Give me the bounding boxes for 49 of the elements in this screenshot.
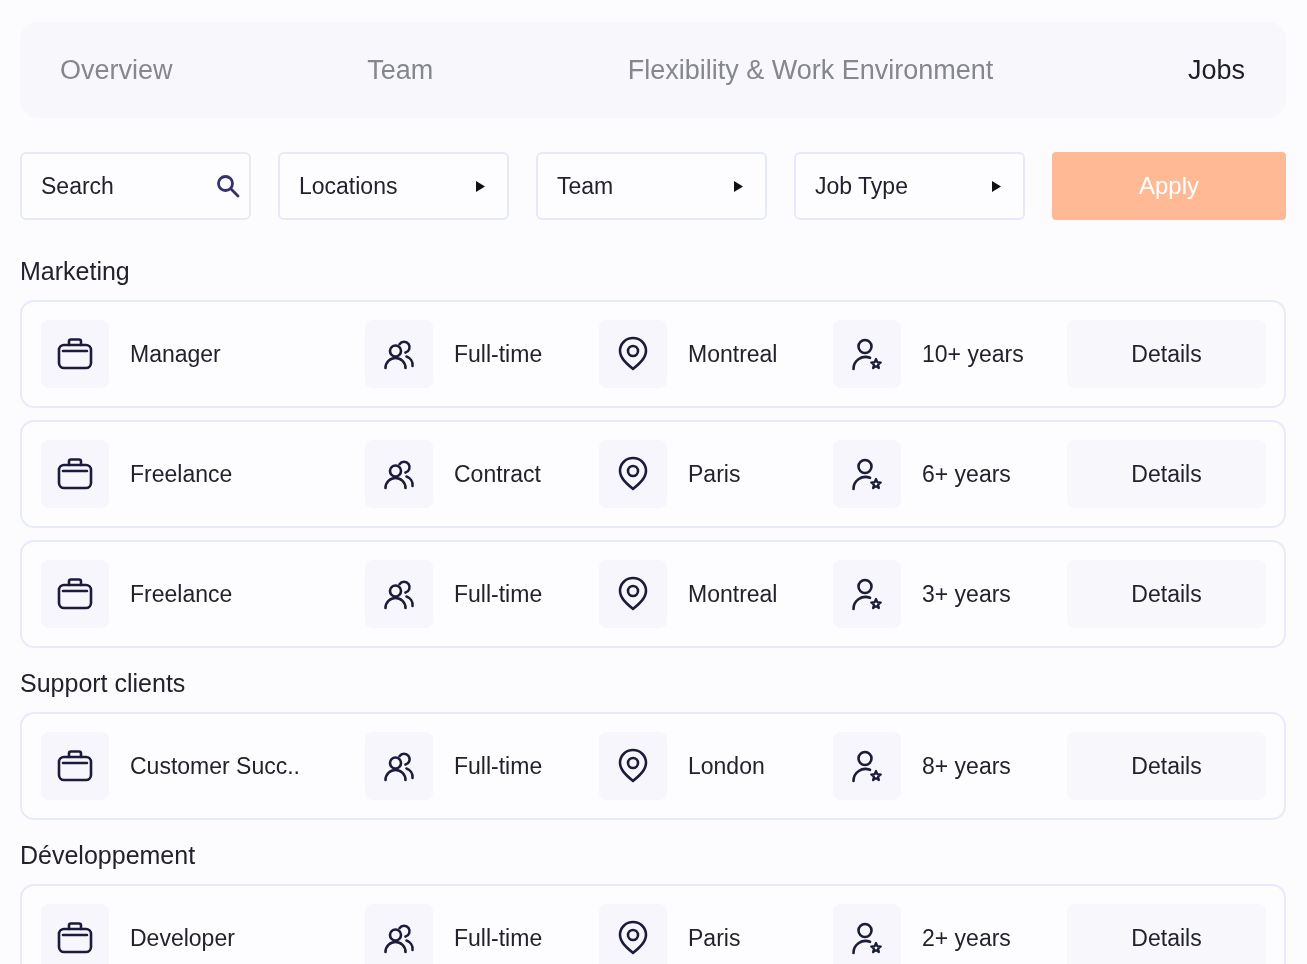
users-icon <box>365 440 433 508</box>
details-button[interactable]: Details <box>1067 732 1266 800</box>
job-title: Freelance <box>130 460 233 488</box>
briefcase-icon <box>41 560 109 628</box>
job-title: Customer Succ.. <box>130 752 300 780</box>
location-pin-icon <box>599 560 667 628</box>
section-title: Marketing <box>20 256 130 286</box>
dropdown[interactable]: Team <box>536 152 767 220</box>
employment-type: Full-time <box>454 580 543 608</box>
job-location: Montreal <box>688 340 778 368</box>
experience-level: 2+ years <box>922 924 1011 952</box>
location-pin-icon <box>599 320 667 388</box>
details-button[interactable]: Details <box>1067 440 1266 508</box>
caret-icon <box>734 180 743 192</box>
section-title: Support clients <box>20 668 186 698</box>
job-location: London <box>688 752 765 780</box>
job-title: Freelance <box>130 580 233 608</box>
employment-type: Full-time <box>454 752 543 780</box>
tab[interactable]: Jobs <box>1187 54 1245 86</box>
location-pin-icon <box>599 440 667 508</box>
users-icon <box>365 560 433 628</box>
job-title: Developer <box>130 924 235 952</box>
dropdown[interactable]: Job Type <box>794 152 1025 220</box>
users-icon <box>365 320 433 388</box>
briefcase-icon <box>41 732 109 800</box>
caret-icon <box>992 180 1001 192</box>
experience-level: 10+ years <box>922 340 1024 368</box>
job-title: Manager <box>130 340 221 368</box>
employment-type: Full-time <box>454 924 543 952</box>
location-pin-icon <box>599 732 667 800</box>
employment-type: Contract <box>454 460 541 488</box>
details-button[interactable]: Details <box>1067 904 1266 964</box>
job-location: Paris <box>688 924 741 952</box>
search-field[interactable]: Search <box>20 152 251 220</box>
caret-icon <box>476 180 485 192</box>
search-icon[interactable] <box>216 174 240 198</box>
dropdown[interactable]: Locations <box>278 152 509 220</box>
briefcase-icon <box>41 320 109 388</box>
details-button[interactable]: Details <box>1067 560 1266 628</box>
briefcase-icon <box>41 440 109 508</box>
section-title: Développement <box>20 840 196 870</box>
employment-type: Full-time <box>454 340 543 368</box>
job-location: Montreal <box>688 580 778 608</box>
details-button[interactable]: Details <box>1067 320 1266 388</box>
experience-level: 8+ years <box>922 752 1011 780</box>
job-location: Paris <box>688 460 741 488</box>
experience-level: 3+ years <box>922 580 1011 608</box>
experience-level: 6+ years <box>922 460 1011 488</box>
users-icon <box>365 732 433 800</box>
